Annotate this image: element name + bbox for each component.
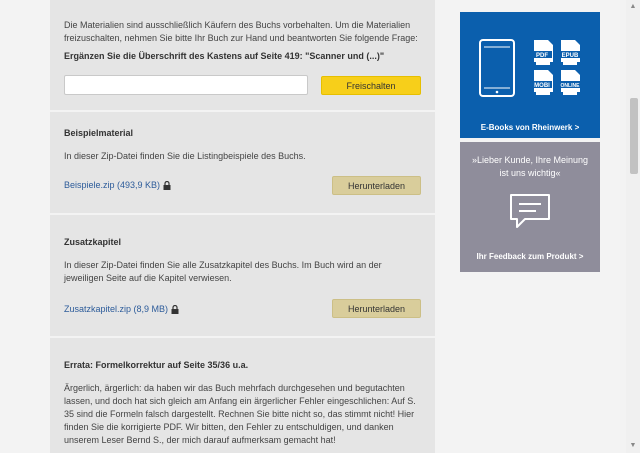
material-title: Beispielmaterial [64, 128, 134, 138]
ebooks-banner[interactable]: PDF EPUB MOBI ONLINE E-Books von Rheinwe… [460, 12, 600, 138]
material-description: In dieser Zip-Datei finden Sie alle Zusa… [64, 260, 382, 283]
unlock-question: Ergänzen Sie die Überschrift des Kastens… [64, 51, 385, 61]
downloads-panel: Die Materialien sind ausschließlich Käuf… [50, 0, 435, 453]
file-link-label: Zusatzkapitel.zip (8,9 MB) [64, 304, 169, 314]
unlock-button[interactable]: Freischalten [321, 76, 421, 95]
format-pdf: PDF [536, 53, 548, 59]
divider [50, 336, 435, 338]
ebooks-caption: E-Books von Rheinwerk > [480, 123, 580, 132]
errata-title: Errata: Formelkorrektur auf Seite 35/36 … [64, 360, 249, 370]
divider [50, 213, 435, 215]
scroll-up-icon[interactable]: ▲ [628, 2, 638, 12]
format-mobi: MOBI [534, 83, 550, 89]
unlock-section: Die Materialien sind ausschließlich Käuf… [64, 19, 421, 61]
scrollbar-thumb[interactable] [630, 98, 638, 174]
format-online: ONLINE [561, 83, 581, 89]
divider [50, 110, 435, 112]
feedback-caption: Ihr Feedback zum Produkt > [476, 252, 584, 261]
download-button-beispiele[interactable]: Herunterladen [332, 176, 421, 195]
file-link-label: Beispiele.zip (493,9 KB) [64, 180, 161, 190]
scrollbar-track[interactable] [626, 0, 640, 453]
unlock-intro: Die Materialien sind ausschließlich Käuf… [64, 20, 418, 43]
material-zusatzkapitel: Zusatzkapitel In dieser Zip-Datei finden… [64, 237, 421, 285]
file-link-zusatzkapitel[interactable]: Zusatzkapitel.zip (8,9 MB) [64, 304, 179, 314]
lock-icon [171, 304, 179, 314]
material-description: In dieser Zip-Datei finden Sie die Listi… [64, 151, 306, 161]
lock-icon [163, 180, 171, 190]
speech-bubble-icon [510, 194, 550, 228]
errata-section: Errata: Formelkorrektur auf Seite 35/36 … [64, 360, 421, 447]
answer-input[interactable] [64, 75, 308, 95]
download-button-zusatzkapitel[interactable]: Herunterladen [332, 299, 421, 318]
material-beispiel: Beispielmaterial In dieser Zip-Datei fin… [64, 128, 421, 163]
feedback-banner[interactable]: »Lieber Kunde, Ihre Meinung ist uns wich… [460, 142, 600, 272]
file-link-beispiele[interactable]: Beispiele.zip (493,9 KB) [64, 180, 171, 190]
format-epub: EPUB [562, 53, 579, 59]
material-title: Zusatzkapitel [64, 237, 122, 247]
feedback-text: »Lieber Kunde, Ihre Meinung ist uns wich… [471, 155, 589, 178]
ebook-devices-icon: PDF EPUB MOBI ONLINE [479, 39, 581, 97]
scroll-down-icon[interactable]: ▼ [628, 441, 638, 451]
errata-text: Ärgerlich, ärgerlich: da haben wir das B… [64, 383, 416, 445]
